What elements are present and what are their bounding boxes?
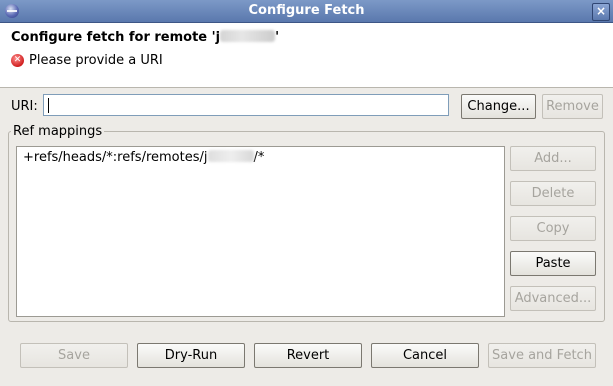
add-button[interactable]: Add... <box>510 146 596 171</box>
revert-button[interactable]: Revert <box>254 343 362 368</box>
configure-fetch-dialog: Configure Fetch × Configure fetch for re… <box>0 0 613 386</box>
close-icon[interactable]: × <box>592 3 610 21</box>
message-area: Configure fetch for remote 'j ' ✕ Please … <box>0 23 613 88</box>
uri-input[interactable] <box>43 94 449 116</box>
cancel-button[interactable]: Cancel <box>371 343 479 368</box>
error-message: Please provide a URI <box>29 53 163 68</box>
paste-button[interactable]: Paste <box>510 251 596 276</box>
uri-label: URI: <box>11 99 38 114</box>
advanced-button[interactable]: Advanced... <box>510 286 596 311</box>
save-button[interactable]: Save <box>20 343 128 368</box>
dry-run-button[interactable]: Dry-Run <box>137 343 245 368</box>
ref-spec-prefix: +refs/heads/*:refs/remotes/j <box>23 150 208 165</box>
change-button[interactable]: Change... <box>461 94 536 119</box>
redacted-remote-name <box>220 30 276 42</box>
list-item[interactable]: +refs/heads/*:refs/remotes/j /* <box>23 150 264 165</box>
dialog-heading: Configure fetch for remote 'j ' <box>11 30 279 45</box>
save-and-fetch-button[interactable]: Save and Fetch <box>488 343 596 368</box>
remove-button[interactable]: Remove <box>542 94 603 119</box>
ref-mappings-list[interactable]: +refs/heads/*:refs/remotes/j /* <box>16 146 505 317</box>
ref-spec-suffix: /* <box>253 150 265 165</box>
text-cursor <box>48 98 49 113</box>
delete-button[interactable]: Delete <box>510 181 596 206</box>
ref-mappings-label: Ref mappings <box>11 124 105 139</box>
window-title: Configure Fetch <box>248 3 365 18</box>
heading-prefix: Configure fetch for remote 'j <box>11 30 221 45</box>
copy-button[interactable]: Copy <box>510 216 596 241</box>
redacted-remote-name <box>207 150 254 162</box>
heading-suffix: ' <box>275 30 280 45</box>
error-icon: ✕ <box>11 54 24 67</box>
title-bar[interactable]: Configure Fetch × <box>0 0 613 23</box>
